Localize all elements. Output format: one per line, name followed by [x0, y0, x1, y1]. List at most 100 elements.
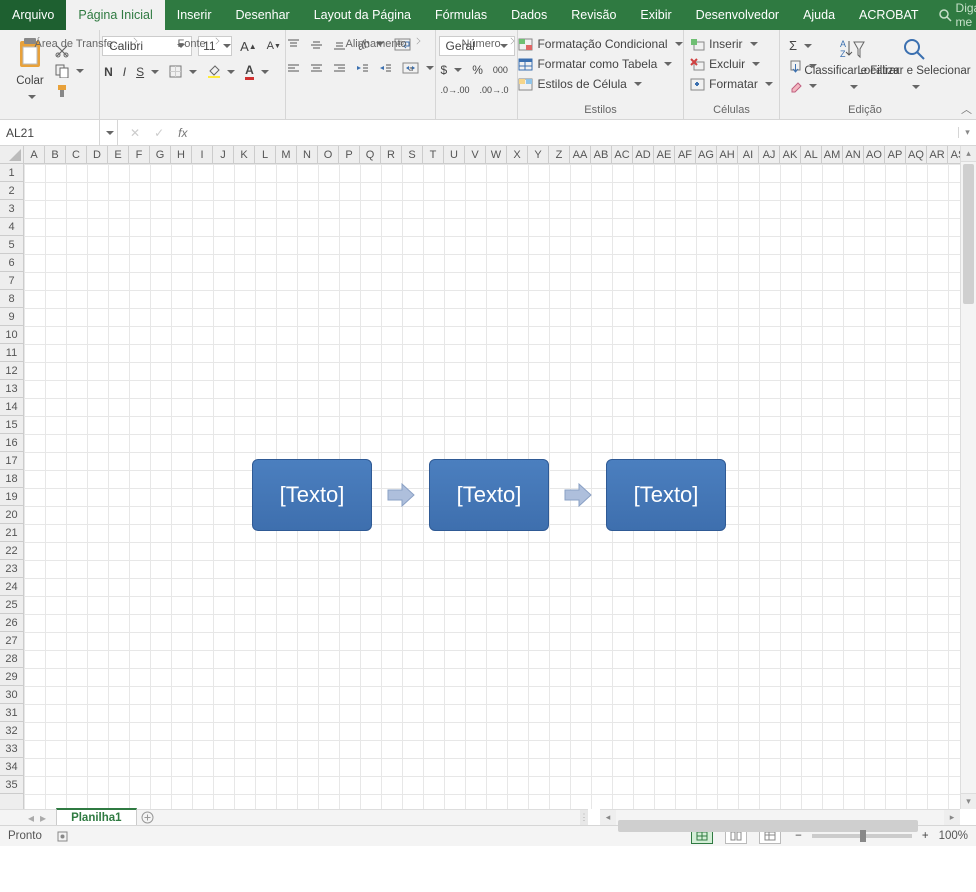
col-header-P[interactable]: P	[339, 146, 360, 163]
decrease-decimal-button[interactable]: .00→.0	[478, 84, 511, 96]
smartart-arrow-1[interactable]	[386, 480, 416, 510]
new-sheet-button[interactable]	[139, 809, 157, 825]
vertical-scrollbar[interactable]: ▴ ▾	[960, 146, 976, 809]
tab-developer[interactable]: Desenvolvedor	[684, 0, 791, 30]
row-header-21[interactable]: 21	[0, 524, 23, 542]
font-color-button[interactable]: A	[243, 62, 271, 81]
format-painter-button[interactable]	[53, 83, 86, 99]
align-left-button[interactable]	[285, 62, 302, 75]
sheet-tab-1[interactable]: Planilha1	[56, 808, 137, 825]
row-header-32[interactable]: 32	[0, 722, 23, 740]
tab-page-layout[interactable]: Layout da Página	[302, 0, 423, 30]
row-header-27[interactable]: 27	[0, 632, 23, 650]
find-select-button[interactable]: Localizar e Selecionar	[885, 36, 943, 95]
hscroll-splitter[interactable]: ⋮	[580, 809, 588, 825]
fill-button[interactable]	[787, 58, 819, 74]
scroll-left-button[interactable]: ◂	[600, 810, 616, 825]
row-header-22[interactable]: 22	[0, 542, 23, 560]
italic-button[interactable]: I	[121, 64, 128, 80]
format-as-table-button[interactable]: Formatar como Tabela	[516, 56, 674, 72]
col-header-AQ[interactable]: AQ	[906, 146, 927, 163]
col-header-C[interactable]: C	[66, 146, 87, 163]
row-header-18[interactable]: 18	[0, 470, 23, 488]
row-header-35[interactable]: 35	[0, 776, 23, 794]
currency-button[interactable]: $	[439, 62, 465, 78]
col-header-AJ[interactable]: AJ	[759, 146, 780, 163]
tab-insert[interactable]: Inserir	[165, 0, 224, 30]
row-header-17[interactable]: 17	[0, 452, 23, 470]
row-header-13[interactable]: 13	[0, 380, 23, 398]
col-header-I[interactable]: I	[192, 146, 213, 163]
row-header-5[interactable]: 5	[0, 236, 23, 254]
formula-input[interactable]	[199, 120, 958, 145]
zoom-in-button[interactable]: +	[920, 829, 931, 843]
smartart-box-1[interactable]: [Texto]	[252, 459, 372, 531]
collapse-ribbon-button[interactable]: ︿	[961, 101, 972, 117]
bold-button[interactable]: N	[102, 64, 115, 80]
tab-formulas[interactable]: Fórmulas	[423, 0, 499, 30]
increase-indent-button[interactable]	[377, 62, 394, 75]
name-box-dropdown[interactable]	[100, 120, 118, 145]
align-top-button[interactable]	[285, 37, 302, 52]
row-header-19[interactable]: 19	[0, 488, 23, 506]
col-header-S[interactable]: S	[402, 146, 423, 163]
col-header-U[interactable]: U	[444, 146, 465, 163]
col-header-T[interactable]: T	[423, 146, 444, 163]
col-header-AC[interactable]: AC	[612, 146, 633, 163]
insert-function-button[interactable]: fx	[176, 125, 189, 141]
row-header-11[interactable]: 11	[0, 344, 23, 362]
zoom-slider-knob[interactable]	[860, 830, 866, 842]
scroll-up-button[interactable]: ▴	[961, 146, 976, 162]
col-header-AM[interactable]: AM	[822, 146, 843, 163]
col-header-AH[interactable]: AH	[717, 146, 738, 163]
row-header-3[interactable]: 3	[0, 200, 23, 218]
fill-color-button[interactable]	[205, 64, 237, 80]
scroll-thumb-vertical[interactable]	[963, 164, 974, 304]
col-header-Y[interactable]: Y	[528, 146, 549, 163]
increase-decimal-button[interactable]: .0→.00	[439, 84, 472, 96]
row-header-12[interactable]: 12	[0, 362, 23, 380]
col-header-X[interactable]: X	[507, 146, 528, 163]
tab-home[interactable]: Página Inicial	[66, 0, 164, 30]
cell-styles-button[interactable]: Estilos de Célula	[516, 76, 643, 92]
col-header-Q[interactable]: Q	[360, 146, 381, 163]
col-header-E[interactable]: E	[108, 146, 129, 163]
col-header-J[interactable]: J	[213, 146, 234, 163]
row-header-23[interactable]: 23	[0, 560, 23, 578]
row-header-1[interactable]: 1	[0, 164, 23, 182]
col-header-G[interactable]: G	[150, 146, 171, 163]
col-header-AE[interactable]: AE	[654, 146, 675, 163]
row-header-29[interactable]: 29	[0, 668, 23, 686]
scroll-down-button[interactable]: ▾	[961, 793, 976, 809]
row-header-15[interactable]: 15	[0, 416, 23, 434]
row-header-34[interactable]: 34	[0, 758, 23, 776]
row-header-6[interactable]: 6	[0, 254, 23, 272]
row-header-20[interactable]: 20	[0, 506, 23, 524]
column-headers[interactable]: ABCDEFGHIJKLMNOPQRSTUVWXYZAAABACADAEAFAG…	[24, 146, 960, 164]
row-header-33[interactable]: 33	[0, 740, 23, 758]
align-center-button[interactable]	[308, 62, 325, 75]
name-box[interactable]: AL21	[0, 120, 100, 145]
col-header-Z[interactable]: Z	[549, 146, 570, 163]
col-header-F[interactable]: F	[129, 146, 150, 163]
row-header-14[interactable]: 14	[0, 398, 23, 416]
horizontal-scrollbar[interactable]: ◂ ▸	[600, 809, 960, 825]
col-header-A[interactable]: A	[24, 146, 45, 163]
smartart-arrow-2[interactable]	[563, 480, 593, 510]
col-header-H[interactable]: H	[171, 146, 192, 163]
row-header-10[interactable]: 10	[0, 326, 23, 344]
decrease-font-button[interactable]: A▼	[265, 39, 283, 53]
row-header-9[interactable]: 9	[0, 308, 23, 326]
tab-review[interactable]: Revisão	[559, 0, 628, 30]
formula-enter-button[interactable]: ✓	[152, 125, 166, 141]
col-header-AL[interactable]: AL	[801, 146, 822, 163]
zoom-slider[interactable]	[812, 834, 912, 838]
smartart-box-2[interactable]: [Texto]	[429, 459, 549, 531]
smartart-box-3[interactable]: [Texto]	[606, 459, 726, 531]
col-header-AP[interactable]: AP	[885, 146, 906, 163]
delete-cells-button[interactable]: Excluir	[688, 56, 762, 72]
clear-button[interactable]	[787, 78, 819, 94]
col-header-AG[interactable]: AG	[696, 146, 717, 163]
col-header-AN[interactable]: AN	[843, 146, 864, 163]
insert-cells-button[interactable]: Inserir	[688, 36, 759, 52]
